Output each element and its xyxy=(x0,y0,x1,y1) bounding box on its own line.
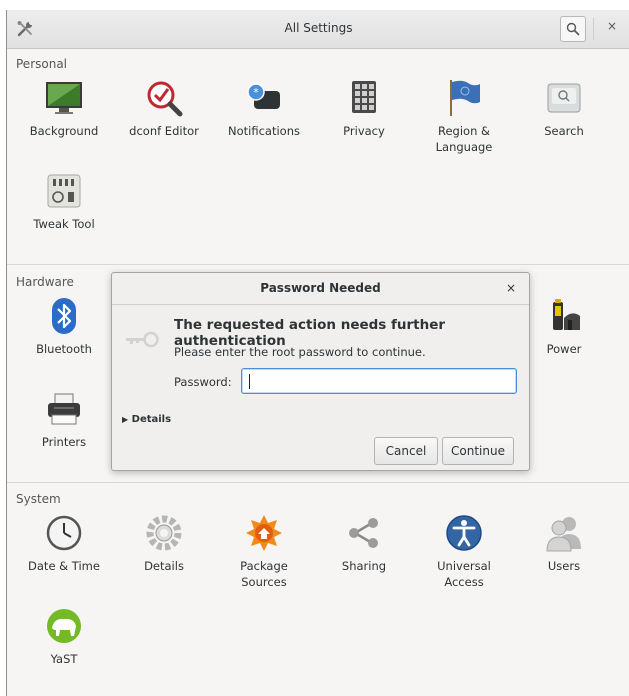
item-users[interactable]: Users xyxy=(519,513,609,574)
region-language-icon xyxy=(444,78,484,118)
item-package-sources[interactable]: Package Sources xyxy=(219,513,309,590)
item-power[interactable]: Power xyxy=(519,296,609,357)
item-label: dconf Editor xyxy=(129,124,199,138)
item-label: Printers xyxy=(41,435,87,449)
item-bluetooth[interactable]: Bluetooth xyxy=(19,296,109,357)
bluetooth-icon xyxy=(44,296,84,336)
section-title-personal: Personal xyxy=(16,57,68,71)
search-button[interactable] xyxy=(560,16,586,42)
item-details[interactable]: Details xyxy=(119,513,209,574)
dialog-close-button[interactable]: × xyxy=(506,281,516,295)
cancel-button[interactable]: Cancel xyxy=(374,437,438,465)
expander-triangle-icon: ▶ xyxy=(122,415,129,424)
item-label: Background xyxy=(29,124,99,138)
item-background[interactable]: Background xyxy=(19,78,109,139)
item-label: YaST xyxy=(50,652,78,666)
item-search[interactable]: Search xyxy=(519,78,609,139)
item-label: Users xyxy=(547,559,581,573)
header-separator xyxy=(593,18,594,40)
item-label: Sharing xyxy=(341,559,387,573)
search-icon xyxy=(566,22,580,36)
item-privacy[interactable]: Privacy xyxy=(319,78,409,139)
item-notifications[interactable]: * Notifications xyxy=(219,78,309,139)
tweak-tool-icon xyxy=(44,171,84,211)
text-caret xyxy=(249,374,250,389)
window-title: All Settings xyxy=(284,21,353,35)
item-dconf-editor[interactable]: dconf Editor xyxy=(119,78,209,139)
item-printers[interactable]: Printers xyxy=(19,389,109,450)
dconf-editor-icon xyxy=(144,78,184,118)
details-expander[interactable]: ▶ Details xyxy=(122,414,171,425)
item-label: Bluetooth xyxy=(36,342,92,356)
item-universal-access[interactable]: Universal Access xyxy=(419,513,509,590)
background-icon xyxy=(44,78,84,118)
users-icon xyxy=(544,513,584,553)
printers-icon xyxy=(44,389,84,429)
search-settings-icon xyxy=(544,78,584,118)
dialog-titlebar: Password Needed × xyxy=(112,273,529,305)
item-region-language[interactable]: Region & Language xyxy=(419,78,509,155)
sharing-icon xyxy=(344,513,384,553)
item-label: Privacy xyxy=(343,124,385,138)
dialog-title: Password Needed xyxy=(260,281,381,295)
item-date-time[interactable]: Date & Time xyxy=(19,513,109,574)
section-title-system: System xyxy=(16,492,61,506)
item-label: Power xyxy=(546,342,582,356)
package-sources-icon xyxy=(244,513,284,553)
privacy-icon xyxy=(344,78,384,118)
password-dialog: Password Needed × The requested action n… xyxy=(111,272,530,471)
key-icon xyxy=(124,331,162,349)
svg-text:*: * xyxy=(253,86,259,99)
header-bar: All Settings × xyxy=(7,10,629,49)
date-time-icon xyxy=(44,513,84,553)
notifications-icon: * xyxy=(244,78,284,118)
item-sharing[interactable]: Sharing xyxy=(319,513,409,574)
item-label: Region & Language xyxy=(435,124,493,154)
section-divider xyxy=(7,482,629,483)
section-divider xyxy=(7,264,629,265)
item-label: Details xyxy=(144,559,184,573)
item-label: Notifications xyxy=(228,124,300,138)
window-close-button[interactable]: × xyxy=(605,19,619,33)
password-input[interactable] xyxy=(241,368,517,394)
dialog-message: Please enter the root password to contin… xyxy=(174,345,426,359)
password-label: Password: xyxy=(174,375,232,389)
item-yast[interactable]: YaST xyxy=(19,606,109,667)
item-label: Search xyxy=(544,124,584,138)
item-tweak-tool[interactable]: Tweak Tool xyxy=(19,171,109,232)
details-icon xyxy=(144,513,184,553)
item-label: Date & Time xyxy=(28,559,100,573)
item-label: Universal Access xyxy=(437,559,491,589)
universal-access-icon xyxy=(444,513,484,553)
section-title-hardware: Hardware xyxy=(16,275,74,289)
details-label: Details xyxy=(131,414,172,425)
item-label: Package Sources xyxy=(240,559,288,589)
yast-icon xyxy=(44,606,84,646)
power-icon xyxy=(544,296,584,336)
screen-top-edge xyxy=(0,0,629,10)
item-label: Tweak Tool xyxy=(33,217,95,231)
continue-button[interactable]: Continue xyxy=(442,437,514,465)
settings-window: All Settings × Personal Background dconf… xyxy=(6,10,629,696)
